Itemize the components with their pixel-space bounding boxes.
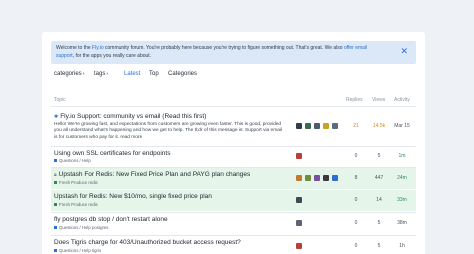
activity-time[interactable]: 24m bbox=[392, 175, 412, 182]
category-badge[interactable]: Fresh Produce redis bbox=[54, 202, 98, 208]
table-row[interactable]: Does Tigris charge for 403/Unauthorized … bbox=[51, 236, 416, 254]
forum-card: Welcome to the Fly.io community forum. Y… bbox=[42, 32, 425, 254]
activity-time[interactable]: 38m bbox=[392, 220, 412, 227]
activity-time[interactable]: 1m bbox=[392, 153, 412, 160]
topic-title-link[interactable]: Using own SSL certificates for endpoints bbox=[54, 150, 170, 158]
poster-avatars bbox=[296, 220, 305, 227]
avatar[interactable] bbox=[296, 220, 302, 226]
tab-categories[interactable]: Categories bbox=[168, 70, 197, 78]
topic-excerpt: Hello! We're growing fast, and expectati… bbox=[54, 122, 283, 140]
poster-avatars bbox=[296, 123, 341, 130]
category-badge[interactable]: Questions / Help tigris bbox=[54, 248, 101, 254]
table-row[interactable]: Using own SSL certificates for endpoints… bbox=[51, 147, 416, 166]
views-count: 14 bbox=[376, 197, 382, 203]
avatar[interactable] bbox=[305, 175, 311, 181]
views-count: 447 bbox=[374, 175, 384, 181]
avatar[interactable] bbox=[296, 243, 302, 249]
table-row[interactable]: 🔒︎ Upstash For Redis: New Fixed Price Pla… bbox=[51, 168, 416, 189]
replies-count: 0 bbox=[354, 153, 358, 159]
category-badge[interactable]: Questions / Help bbox=[54, 158, 91, 164]
avatar[interactable] bbox=[296, 123, 302, 129]
avatar[interactable] bbox=[332, 175, 338, 181]
poster-avatars bbox=[296, 175, 341, 182]
chevron-right-icon: › bbox=[82, 71, 85, 77]
avatar[interactable] bbox=[296, 175, 302, 181]
tab-latest[interactable]: Latest bbox=[124, 70, 140, 78]
category-color-icon bbox=[54, 249, 57, 252]
avatar[interactable] bbox=[314, 123, 320, 129]
chevron-right-icon: › bbox=[106, 71, 109, 77]
activity-time[interactable]: 33m bbox=[392, 197, 412, 204]
close-icon[interactable]: ✕ bbox=[400, 47, 408, 56]
pin-icon: ✱ bbox=[54, 114, 59, 120]
table-row[interactable]: ✱ Fly.io Support: community vs email (Rea… bbox=[51, 111, 416, 145]
header-activity[interactable]: Activity bbox=[394, 97, 410, 103]
table-row[interactable]: fly postgres db stop / don't restart alo… bbox=[51, 213, 416, 234]
avatar[interactable] bbox=[323, 123, 329, 129]
header-views[interactable]: Views bbox=[372, 97, 385, 103]
header-replies[interactable]: Replies bbox=[346, 97, 363, 103]
lock-icon: 🔒︎ bbox=[54, 172, 57, 178]
tags-dropdown[interactable]: tags› bbox=[94, 70, 108, 78]
banner-text: Welcome to the Fly.io community forum. Y… bbox=[56, 45, 368, 59]
replies-count: 0 bbox=[354, 243, 358, 249]
avatar[interactable] bbox=[314, 175, 320, 181]
tag-label[interactable]: redis bbox=[88, 180, 97, 185]
replies-count: 8 bbox=[354, 175, 358, 181]
tag-label[interactable]: postgres bbox=[92, 225, 108, 230]
views-count: 14.5k bbox=[372, 123, 386, 129]
topic-title-link[interactable]: Upstash For Redis: New Fixed Price Plan … bbox=[59, 171, 251, 178]
replies-count: 0 bbox=[354, 220, 358, 226]
fly-link[interactable]: Fly.io bbox=[92, 45, 104, 51]
avatar[interactable] bbox=[332, 123, 338, 129]
avatar[interactable] bbox=[296, 153, 302, 159]
poster-avatars bbox=[296, 197, 305, 204]
avatar[interactable] bbox=[323, 175, 329, 181]
category-badge[interactable]: Fresh Produce redis bbox=[54, 180, 98, 186]
poster-avatars bbox=[296, 243, 305, 250]
topic-title-link[interactable]: Does Tigris charge for 403/Unauthorized … bbox=[54, 239, 241, 247]
categories-dropdown[interactable]: categories› bbox=[54, 70, 84, 78]
activity-time[interactable]: Mar 15 bbox=[392, 123, 412, 130]
views-count: 5 bbox=[377, 153, 381, 159]
topic-title-link[interactable]: Upstash for Redis: New $10/mo, single fi… bbox=[54, 193, 212, 201]
views-count: 5 bbox=[377, 243, 381, 249]
category-color-icon bbox=[54, 226, 57, 229]
replies-count: 21 bbox=[353, 123, 359, 129]
views-count: 5 bbox=[377, 220, 381, 226]
table-row[interactable]: Upstash for Redis: New $10/mo, single fi… bbox=[51, 190, 416, 211]
divider bbox=[51, 106, 416, 107]
table-header: Topic Replies Views Activity bbox=[54, 97, 414, 105]
avatar[interactable] bbox=[296, 197, 302, 203]
tab-top[interactable]: Top bbox=[149, 70, 159, 78]
activity-time[interactable]: 1h bbox=[392, 243, 412, 250]
category-badge[interactable]: Questions / Help postgres bbox=[54, 225, 108, 231]
topic-title-link[interactable]: Fly.io Support: community vs email (Read… bbox=[60, 113, 206, 120]
welcome-banner: Welcome to the Fly.io community forum. Y… bbox=[51, 41, 416, 64]
poster-avatars bbox=[296, 153, 305, 160]
category-color-icon bbox=[54, 203, 57, 206]
category-color-icon bbox=[54, 181, 57, 184]
replies-count: 0 bbox=[354, 197, 358, 203]
tag-label[interactable]: redis bbox=[88, 202, 97, 207]
avatar[interactable] bbox=[305, 123, 311, 129]
header-topic[interactable]: Topic bbox=[54, 97, 66, 103]
topic-title-link[interactable]: fly postgres db stop / don't restart alo… bbox=[54, 216, 168, 224]
category-color-icon bbox=[54, 159, 57, 162]
tag-label[interactable]: tigris bbox=[92, 248, 101, 253]
